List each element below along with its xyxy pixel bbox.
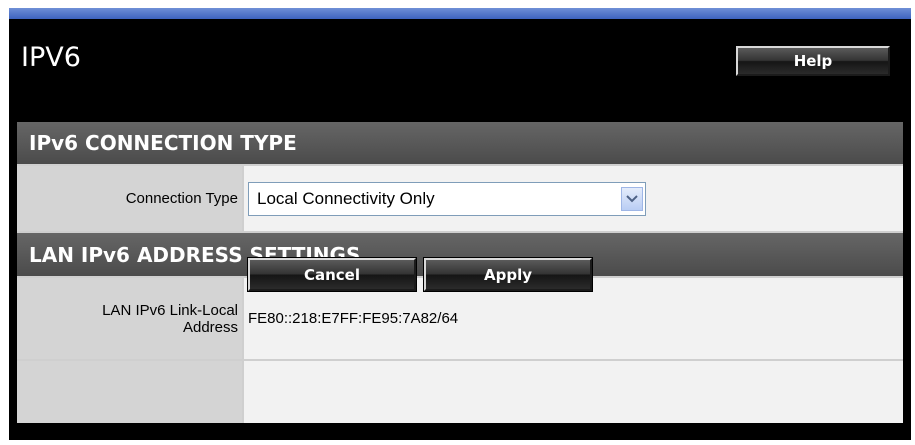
- link-local-address: FE80::218:E7FF:FE95:7A82/64: [248, 310, 459, 327]
- connection-type-value-cell: Local Connectivity Only: [244, 166, 903, 231]
- router-config-panel: IPV6 Help IPv6 CONNECTION TYPE Connectio…: [9, 8, 911, 440]
- cancel-button[interactable]: Cancel: [248, 258, 416, 291]
- actions-label-cell: [17, 361, 242, 423]
- page-title: IPV6: [21, 42, 81, 73]
- connection-type-select[interactable]: Local Connectivity Only: [248, 181, 646, 216]
- actions-row: [17, 361, 903, 423]
- section-header-connection-type: IPv6 CONNECTION TYPE: [17, 122, 903, 164]
- top-accent-bar: [9, 8, 911, 19]
- link-local-label-line1: LAN IPv6 Link-Local: [102, 301, 238, 319]
- apply-button[interactable]: Apply: [424, 258, 592, 291]
- actions-value-cell: [244, 361, 903, 423]
- connection-type-row: Connection Type Local Connectivity Only: [17, 166, 903, 231]
- link-local-label: LAN IPv6 Link-Local Address: [17, 278, 242, 359]
- link-local-label-line2: Address: [182, 318, 238, 336]
- help-button[interactable]: Help: [736, 46, 890, 76]
- connection-type-selected-value: Local Connectivity Only: [257, 188, 435, 208]
- chevron-down-icon[interactable]: [621, 186, 643, 211]
- connection-type-label: Connection Type: [17, 166, 242, 231]
